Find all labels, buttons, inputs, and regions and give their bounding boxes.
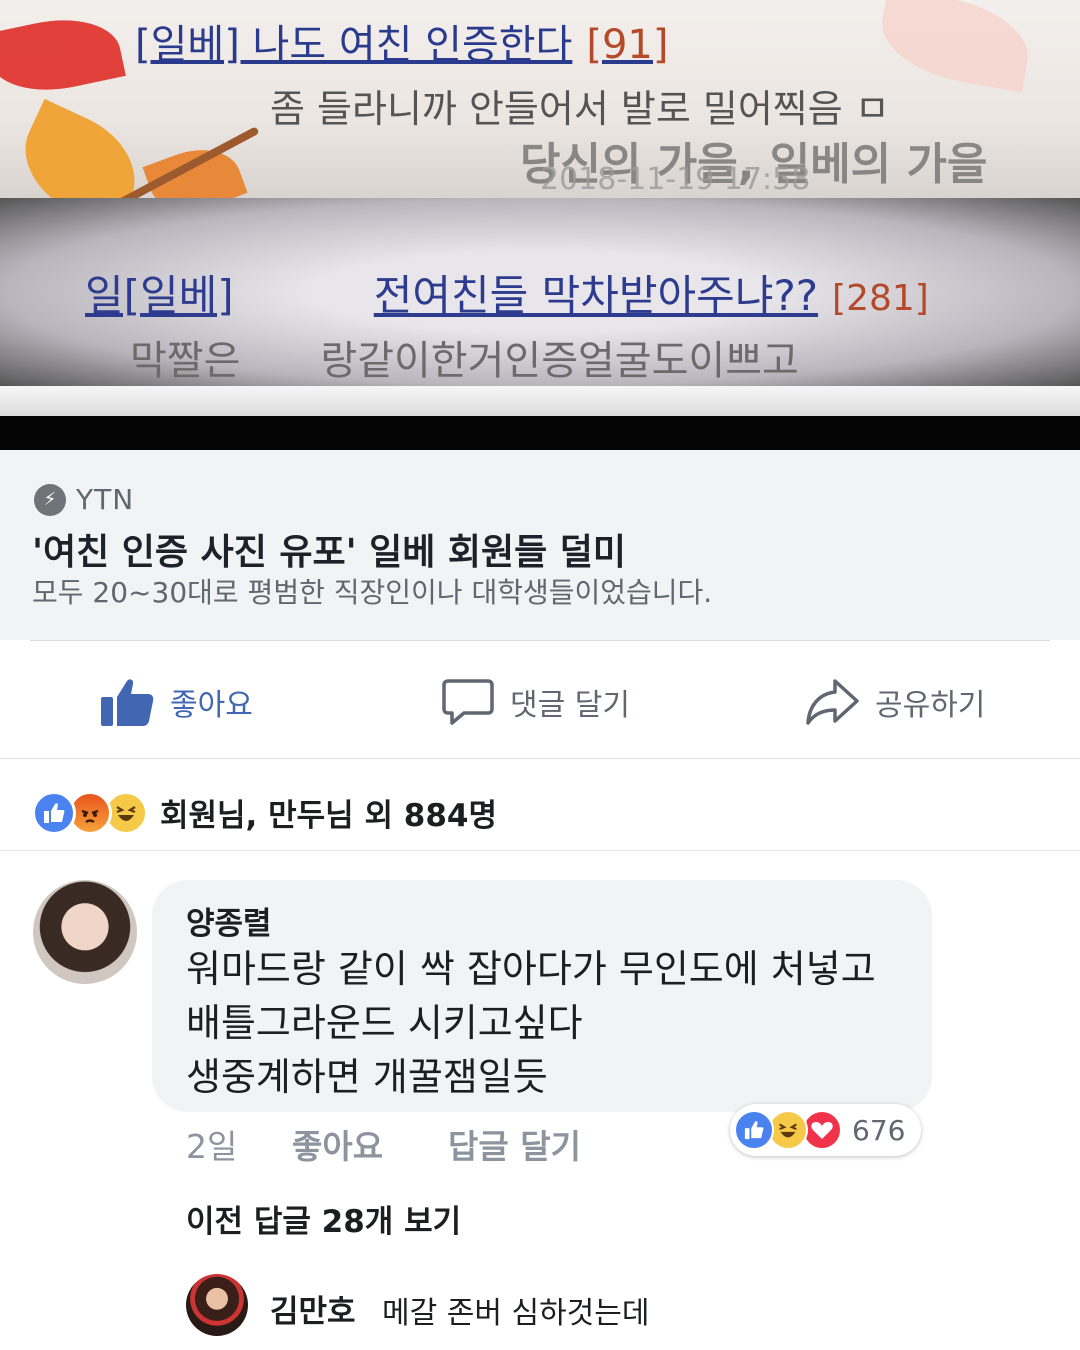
reply-author[interactable]: 김만호: [270, 1286, 356, 1331]
image-post-title-1: [일베] 나도 여친 인증한다 [91]: [135, 22, 669, 68]
article-headline[interactable]: '여친 인증 사진 유포' 일베 회원들 덜미: [32, 523, 626, 575]
share-label: 공유하기: [875, 688, 986, 723]
image-post-snippet-2: 막짤은 랑같이한거인증얼굴도이쁘고: [130, 338, 799, 384]
share-button[interactable]: 공유하기: [805, 670, 985, 734]
comment-reactions[interactable]: 676: [730, 1104, 922, 1156]
comment-bubble: 양종렬 워마드랑 같이 싹 잡아다가 무인도에 처넣고 배틀그라운드 시키고싶다…: [152, 880, 932, 1112]
comment-time[interactable]: 2일: [186, 1120, 237, 1168]
share-arrow-icon: [806, 679, 859, 725]
instant-article-bolt-icon: ⚡: [34, 483, 66, 516]
comment-line: 배틀그라운드 시키고싶다: [186, 1001, 583, 1045]
divider: [0, 850, 1080, 851]
avatar[interactable]: [33, 880, 137, 984]
comment-author[interactable]: 양종렬: [186, 898, 272, 943]
reaction-names[interactable]: 회원님, 만두님 외 884명: [160, 790, 497, 835]
divider: [30, 640, 1050, 641]
comment-label: 댓글 달기: [510, 688, 630, 723]
article-image[interactable]: [일베] 나도 여친 인증한다 [91] 좀 들라니까 안들어서 발로 밀어찍음 …: [0, 0, 1080, 450]
reply-text: 메갈 존버 심하것는데: [382, 1296, 650, 1331]
comment-line: 생중계하면 개꿀잼일듯: [186, 1055, 548, 1099]
haha-icon: [768, 1110, 808, 1150]
comment-line: 워마드랑 같이 싹 잡아다가 무인도에 처넣고: [186, 947, 876, 991]
image-post-title-2: 일[일베] 전여친들 막차받아주냐?? [281]: [85, 271, 929, 320]
comment-text: 워마드랑 같이 싹 잡아다가 무인도에 처넣고 배틀그라운드 시키고싶다 생중계…: [186, 942, 876, 1104]
avatar[interactable]: [186, 1274, 248, 1336]
view-previous-replies-link[interactable]: 이전 답글 28개 보기: [186, 1196, 461, 1241]
love-icon: [802, 1110, 842, 1150]
article-description: 모두 20~30대로 평범한 직장인이나 대학생들이었습니다.: [32, 576, 713, 609]
like-label: 좋아요: [170, 688, 253, 723]
like-icon: [734, 1110, 774, 1150]
image-post-date: 2018-11-19 17:58: [540, 162, 811, 197]
link-preview[interactable]: ⚡ YTN '여친 인증 사진 유포' 일베 회원들 덜미 모두 20~30대로…: [0, 450, 1080, 640]
comment-reaction-count: 676: [852, 1113, 906, 1147]
comment-like-button[interactable]: 좋아요: [292, 1120, 383, 1168]
like-button[interactable]: 좋아요: [100, 670, 253, 734]
image-bezel: [0, 416, 1080, 450]
thumbs-up-icon: [101, 679, 154, 726]
image-post-snippet-1: 좀 들라니까 안들어서 발로 밀어찍음 ㅁ: [270, 87, 890, 131]
comment-bubble-icon: [442, 679, 494, 725]
maple-leaf-decoration: [874, 0, 1036, 93]
divider: [0, 758, 1080, 759]
source-row: ⚡ YTN: [34, 483, 134, 516]
red-bar-decoration: [0, 40, 70, 58]
comment-button[interactable]: 댓글 달기: [442, 670, 630, 734]
source-name: YTN: [76, 483, 135, 516]
comment-reply-button[interactable]: 답글 달기: [448, 1120, 581, 1168]
reactions-summary[interactable]: 회원님, 만두님 외 884명: [32, 790, 497, 835]
like-icon: [32, 790, 76, 835]
image-screen-edge: [0, 386, 1080, 416]
